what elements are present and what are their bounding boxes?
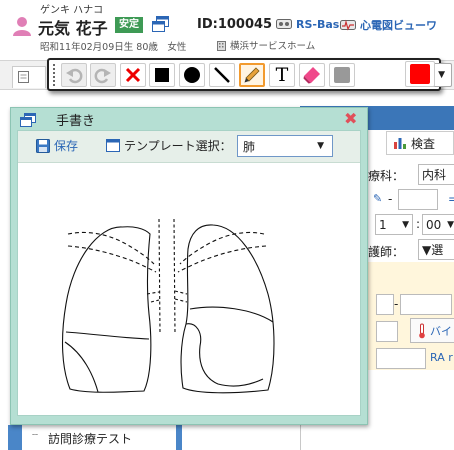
circle-tool[interactable] [179,63,205,87]
nurse-label: 護師： [368,245,405,259]
tree-connector: ┄ [32,430,39,441]
floppy-disk-icon [36,138,50,153]
text-tool[interactable]: T [269,63,295,87]
building-icon [217,40,226,51]
record-tab[interactable] [12,66,46,88]
thermometer-icon [419,323,425,338]
nurse-value: ▼選 [422,243,444,257]
bar-chart-icon [394,138,406,149]
patient-name: 元気 花子 [38,19,108,38]
template-select[interactable]: 肺 ▼ [237,135,333,157]
eraser-tool[interactable] [299,63,325,87]
department-value: 内科 [422,168,447,182]
chevron-down-icon: ▼ [402,219,409,230]
date-suffix: = [448,192,454,206]
ecg-viewer-icon [340,19,356,31]
left-nav-strip-right [176,425,182,450]
template-value: 肺 [243,139,256,154]
drawing-canvas[interactable] [18,164,360,415]
chevron-down-icon: ▼ [447,219,454,230]
rs-base-icon [276,19,292,29]
tab-exam-label: 検査 [411,136,436,151]
ecg-viewer-label: 心電図ビューワ [360,19,437,32]
pencil-icon [244,67,260,83]
lung-template-drawing [61,218,275,394]
vital-dash: - [394,297,399,311]
vital-field-2[interactable] [400,294,452,315]
eraser-icon [303,67,320,84]
thermometer-button[interactable]: バイ [410,318,454,343]
minute-select[interactable]: 00 ▼ [422,214,454,235]
vital-field-1[interactable] [376,294,394,315]
fill-tool[interactable] [329,63,355,87]
facility-name: 横浜サービスホーム [230,41,316,52]
template-select-group: テンプレート選択： [106,137,232,154]
ecg-viewer-link[interactable]: 心電図ビューワ [340,17,437,33]
document-icon [18,71,29,83]
thermometer-label-partial: バイ [430,324,452,338]
text-icon: T [275,64,289,86]
dialog-title: 手書き [56,114,96,129]
patient-kana-name: ゲンキ ハナコ [40,5,104,16]
circle-icon [184,67,200,83]
save-label: 保存 [54,139,79,153]
ra-label: RA r [430,351,453,364]
ra-field[interactable] [376,348,426,369]
hour-select[interactable]: 1 ▼ [375,214,413,235]
line-tool[interactable] [209,63,235,87]
female-patient-icon [12,16,32,40]
left-nav-strip [8,425,22,450]
close-icon[interactable]: ✖ [344,109,357,128]
toolbar-drag-handle[interactable] [53,64,57,86]
window-icon [20,112,36,131]
pencil-small-icon: ✎ [373,192,383,205]
department-label: 療科： [368,169,405,183]
vital-field-3[interactable] [376,321,398,342]
drawing-toolbar: T 2 ▼ [47,58,452,91]
status-badge: 安定 [115,17,143,33]
delete-icon [125,67,141,83]
nurse-select[interactable]: ▼選 [418,239,454,260]
chevron-down-icon: ▼ [438,70,445,80]
rectangle-tool[interactable] [149,63,175,87]
pencil-tool[interactable] [239,63,265,87]
undo-icon [66,68,83,84]
template-icon [106,139,120,152]
rs-base-link[interactable]: RS-Base [276,17,347,31]
undo-button[interactable] [61,63,87,87]
hour-value: 1 [379,217,387,232]
dash-separator: - [388,192,393,206]
delete-button[interactable] [120,63,146,87]
color-picker-button[interactable] [405,61,435,87]
window-copy-icon[interactable] [152,16,170,36]
nav-item-home-visit-test[interactable]: 訪問診療テスト [48,430,132,447]
department-select[interactable]: 内科 [418,164,454,185]
chevron-down-icon: ▼ [317,141,324,151]
template-label: テンプレート選択： [124,139,232,153]
minute-value: 00 [426,217,442,232]
time-colon: : [416,217,421,231]
patient-birth-age-sex: 昭和11年02月09日生 80歳 女性 [40,42,187,53]
patient-id: ID:100045 [197,17,273,32]
square-icon [155,68,169,82]
color-swatch [410,64,430,84]
line-icon [214,67,230,83]
redo-icon [94,68,111,84]
tab-exam[interactable]: 検査 [386,131,454,155]
fill-gray-icon [334,67,350,83]
redo-button[interactable] [90,63,116,87]
facility-info: 横浜サービスホーム [216,38,315,52]
save-button[interactable]: 保存 [36,137,78,154]
date-field[interactable] [398,189,438,210]
